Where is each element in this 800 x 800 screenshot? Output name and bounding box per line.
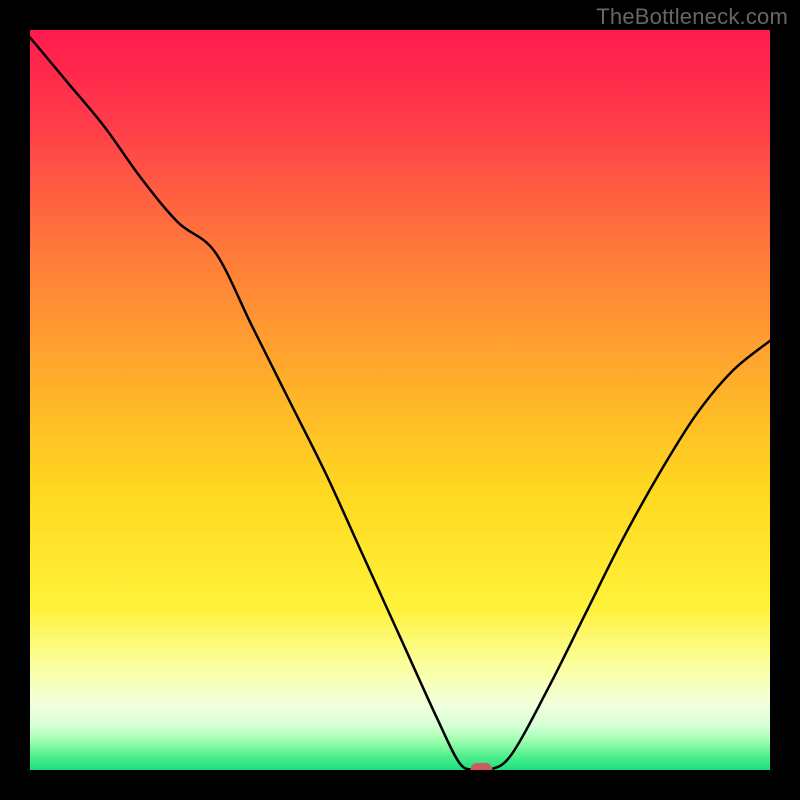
watermark-text: TheBottleneck.com [596, 4, 788, 30]
chart-frame: TheBottleneck.com [0, 0, 800, 800]
chart-svg [30, 30, 770, 770]
plot-area [30, 30, 770, 770]
gradient-background [30, 30, 770, 770]
